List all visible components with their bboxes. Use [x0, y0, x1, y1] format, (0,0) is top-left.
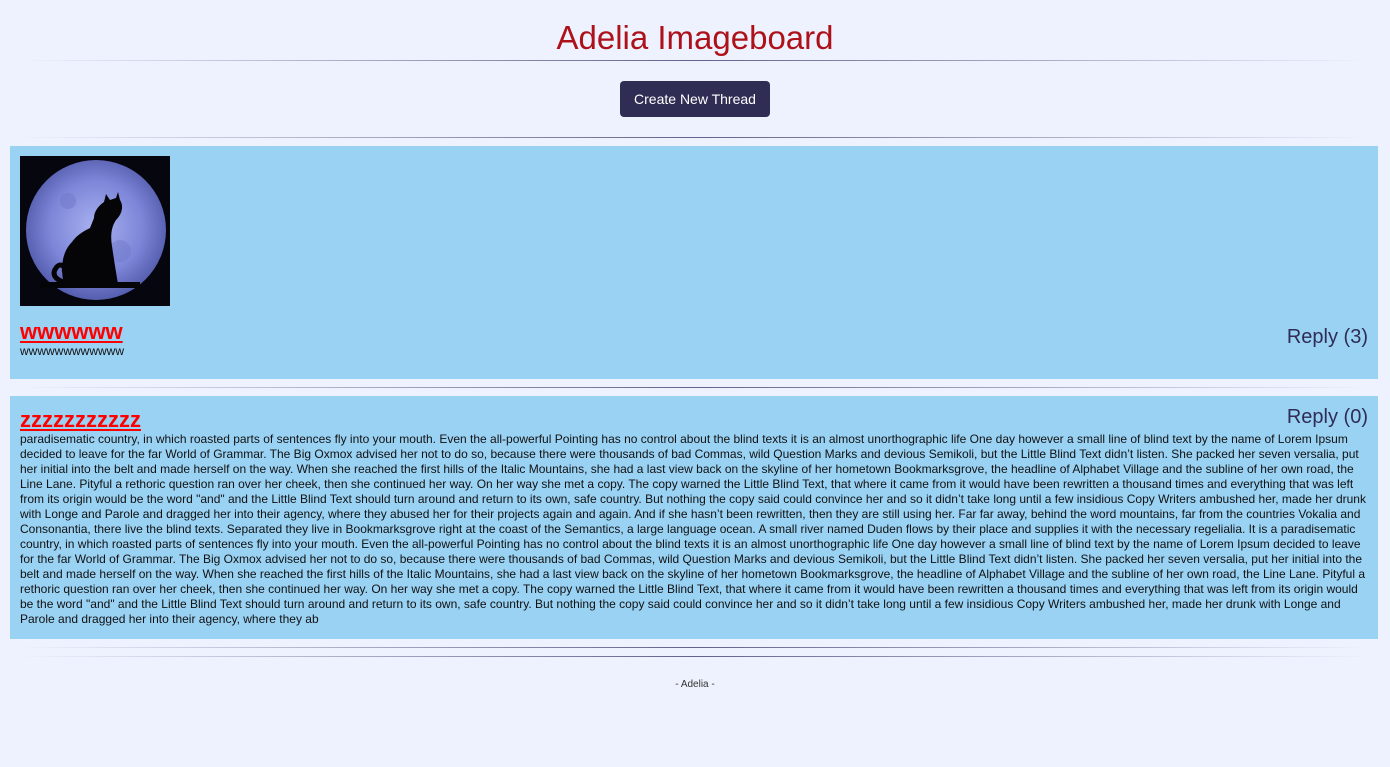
reply-link[interactable]: Reply (3)	[1287, 326, 1368, 349]
thread-body: paradisematic country, in which roasted …	[20, 432, 1366, 626]
footer-divider	[20, 647, 1370, 648]
thread-body: wwwwwwwwwwww	[20, 344, 124, 358]
footer-divider	[20, 656, 1370, 657]
thread-image-thumbnail[interactable]	[20, 156, 170, 306]
thread-card: Reply (3) wwwwww wwwwwwwwwwww	[10, 146, 1378, 379]
thread-divider	[20, 387, 1370, 388]
thread-title[interactable]: zzzzzzzzzzz	[20, 408, 1368, 432]
thread-card: Reply (0) zzzzzzzzzzz paradisematic coun…	[10, 396, 1378, 639]
create-new-thread-button[interactable]: Create New Thread	[620, 81, 770, 117]
create-thread-area: Create New Thread	[0, 61, 1390, 137]
site-title: Adelia Imageboard	[556, 19, 834, 56]
footer-dividers	[0, 647, 1390, 657]
moon-cat-thumbnail	[20, 156, 170, 306]
toolbar-divider	[20, 137, 1370, 138]
thread-title[interactable]: wwwwww	[20, 320, 1368, 344]
footer-text: - Adelia -	[675, 679, 715, 690]
reply-link[interactable]: Reply (0)	[1287, 406, 1368, 429]
